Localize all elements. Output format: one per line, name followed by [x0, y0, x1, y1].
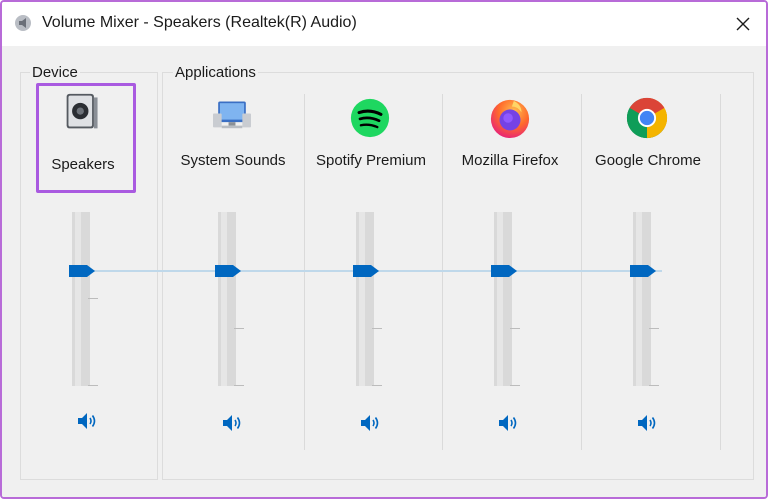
- slider-track: [497, 212, 503, 386]
- column-divider: [442, 94, 443, 450]
- app-volume-slider[interactable]: [494, 212, 520, 386]
- app-mute-button[interactable]: [497, 412, 519, 434]
- column-divider: [304, 94, 305, 450]
- close-icon: [736, 17, 750, 31]
- column-divider: [581, 94, 582, 450]
- device-volume-thumb[interactable]: [69, 265, 95, 277]
- device-group-label: Device: [30, 64, 80, 81]
- slider-tick: [510, 385, 520, 386]
- device-mute-button[interactable]: [76, 410, 98, 432]
- applications-group-label: Applications: [173, 64, 258, 81]
- slider-tick: [649, 385, 659, 386]
- system-sounds-icon[interactable]: [210, 98, 254, 136]
- slider-tick: [372, 328, 382, 329]
- spotify-icon[interactable]: [350, 98, 390, 138]
- slider-track: [636, 212, 642, 386]
- slider-tick: [372, 385, 382, 386]
- chrome-icon[interactable]: [626, 97, 668, 139]
- close-button[interactable]: [720, 2, 766, 46]
- app-name-label[interactable]: Spotify Premium: [302, 152, 440, 169]
- slider-track: [359, 212, 365, 386]
- slider-tick: [88, 298, 98, 299]
- slider-tick: [234, 328, 244, 329]
- app-name-label[interactable]: Google Chrome: [579, 152, 717, 169]
- app-volume-slider[interactable]: [218, 212, 244, 386]
- app-name-label[interactable]: System Sounds: [164, 152, 302, 169]
- app-volume-slider[interactable]: [356, 212, 382, 386]
- app-name-label[interactable]: Mozilla Firefox: [441, 152, 579, 169]
- app-mute-button[interactable]: [359, 412, 381, 434]
- window-title: Volume Mixer - Speakers (Realtek(R) Audi…: [42, 14, 357, 31]
- device-volume-slider[interactable]: [72, 212, 98, 386]
- firefox-icon[interactable]: [489, 97, 531, 139]
- app-mute-button[interactable]: [221, 412, 243, 434]
- column-divider: [720, 94, 721, 450]
- volume-mixer-window: Volume Mixer - Speakers (Realtek(R) Audi…: [0, 0, 768, 499]
- selection-highlight: [36, 83, 136, 193]
- slider-tick: [234, 385, 244, 386]
- app-volume-thumb[interactable]: [353, 265, 379, 277]
- slider-tick: [649, 328, 659, 329]
- app-volume-slider[interactable]: [633, 212, 659, 386]
- app-mute-button[interactable]: [636, 412, 658, 434]
- app-volume-thumb[interactable]: [215, 265, 241, 277]
- volume-mixer-app-icon: [15, 15, 31, 31]
- app-volume-thumb[interactable]: [630, 265, 656, 277]
- slider-tick: [510, 328, 520, 329]
- slider-track: [75, 212, 81, 386]
- slider-tick: [88, 385, 98, 386]
- slider-track: [221, 212, 227, 386]
- title-bar: Volume Mixer - Speakers (Realtek(R) Audi…: [2, 2, 766, 46]
- app-volume-thumb[interactable]: [491, 265, 517, 277]
